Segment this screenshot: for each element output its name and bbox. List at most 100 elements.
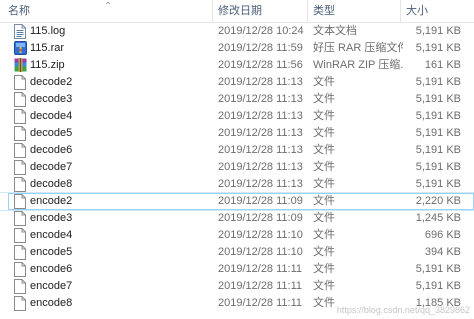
file-icon <box>14 126 26 141</box>
file-row[interactable]: encode5 2019/12/28 11:10 文件 394 KB <box>0 244 474 261</box>
file-row[interactable]: decode7 2019/12/28 11:13 文件 5,191 KB <box>0 159 474 176</box>
file-name: encode4 <box>30 229 73 241</box>
file-icon <box>14 245 26 260</box>
file-row[interactable]: 115.rar 2019/12/28 11:59 好压 RAR 压缩文件 5,191 … <box>0 40 474 57</box>
file-date: 2019/12/28 10:24 <box>218 25 304 37</box>
file-type: 文件 <box>313 229 335 241</box>
file-icon <box>14 75 26 90</box>
column-header-bar: 名称 ⌃ 修改日期 类型 大小 <box>0 0 474 23</box>
file-type: 文件 <box>313 195 335 207</box>
rar-archive-icon <box>14 41 27 56</box>
column-header-date[interactable]: 修改日期 <box>214 0 308 22</box>
file-row[interactable]: decode8 2019/12/28 11:13 文件 5,191 KB <box>0 176 474 193</box>
file-date: 2019/12/28 11:13 <box>218 178 303 190</box>
file-icon <box>14 194 26 209</box>
file-size: 5,191 KB <box>415 76 461 88</box>
file-row[interactable]: decode4 2019/12/28 11:13 文件 5,191 KB <box>0 108 474 125</box>
file-type: WinRAR ZIP 压缩... <box>313 59 403 71</box>
column-header-date-label: 修改日期 <box>218 5 262 17</box>
file-name: encode7 <box>30 280 73 292</box>
column-header-name-label: 名称 <box>8 5 30 17</box>
file-date: 2019/12/28 11:13 <box>218 110 303 122</box>
file-type: 文件 <box>313 212 335 224</box>
file-row[interactable]: 115.log 2019/12/28 10:24 文本文档 5,191 KB <box>0 23 474 40</box>
column-header-size[interactable]: 大小 <box>402 0 472 22</box>
file-size: 5,191 KB <box>415 178 461 190</box>
file-row[interactable]: encode4 2019/12/28 11:10 文件 696 KB <box>0 227 474 244</box>
file-size: 5,191 KB <box>415 93 461 105</box>
file-date: 2019/12/28 11:10 <box>218 246 303 258</box>
file-name: 115.log <box>30 25 66 37</box>
column-header-type[interactable]: 类型 <box>309 0 401 22</box>
file-size: 696 KB <box>424 229 461 241</box>
file-name: encode5 <box>30 246 73 258</box>
file-row[interactable]: encode6 2019/12/28 11:11 文件 5,191 KB <box>0 261 474 278</box>
file-name: decode7 <box>30 161 73 173</box>
file-name: decode8 <box>30 178 73 190</box>
file-size: 5,191 KB <box>415 280 461 292</box>
file-date: 2019/12/28 11:11 <box>218 297 303 309</box>
file-icon <box>14 262 26 277</box>
column-divider[interactable] <box>212 0 213 22</box>
file-row[interactable]: decode6 2019/12/28 11:13 文件 5,191 KB <box>0 142 474 159</box>
file-size: 1,245 KB <box>415 212 461 224</box>
file-row[interactable]: encode7 2019/12/28 11:11 文件 5,191 KB <box>0 278 474 295</box>
file-row[interactable]: encode3 2019/12/28 11:09 文件 1,245 KB <box>0 210 474 227</box>
file-type: 文件 <box>313 161 335 173</box>
file-size: 5,191 KB <box>415 161 461 173</box>
file-date: 2019/12/28 11:13 <box>218 144 303 156</box>
file-type: 文件 <box>313 246 335 258</box>
file-icon <box>14 228 26 243</box>
file-list: 115.log 2019/12/28 10:24 文本文档 5,191 KB 115.r… <box>0 23 474 312</box>
file-icon <box>14 211 26 226</box>
file-date: 2019/12/28 11:10 <box>218 229 303 241</box>
file-name: encode3 <box>30 212 73 224</box>
text-document-icon <box>14 24 26 39</box>
column-header-size-label: 大小 <box>406 5 428 17</box>
file-date: 2019/12/28 11:13 <box>218 93 303 105</box>
file-size: 394 KB <box>424 246 461 258</box>
column-divider[interactable] <box>400 0 401 22</box>
file-type: 文件 <box>313 263 335 275</box>
sort-up-arrow-icon: ⌃ <box>104 1 113 12</box>
file-date: 2019/12/28 11:09 <box>218 195 303 207</box>
file-type: 文件 <box>313 110 335 122</box>
file-row[interactable]: encode2 2019/12/28 11:09 文件 2,220 KB <box>0 192 474 211</box>
file-type: 文件 <box>313 93 335 105</box>
file-name: 115.rar <box>30 42 65 54</box>
file-name: encode6 <box>30 263 73 275</box>
file-type: 文件 <box>313 144 335 156</box>
file-icon <box>14 279 26 294</box>
file-date: 2019/12/28 11:13 <box>218 127 303 139</box>
file-row[interactable]: decode5 2019/12/28 11:13 文件 5,191 KB <box>0 125 474 142</box>
column-header-name[interactable]: 名称 ⌃ <box>4 0 214 22</box>
file-icon <box>14 143 26 158</box>
file-date: 2019/12/28 11:59 <box>218 42 303 54</box>
file-icon <box>14 160 26 175</box>
file-name: encode8 <box>30 297 73 309</box>
zip-archive-icon <box>14 58 27 73</box>
file-name: decode5 <box>30 127 73 139</box>
file-icon <box>14 177 26 192</box>
file-type: 文件 <box>313 76 335 88</box>
file-size: 5,191 KB <box>415 144 461 156</box>
column-divider[interactable] <box>307 0 308 22</box>
file-size: 5,191 KB <box>415 127 461 139</box>
file-date: 2019/12/28 11:13 <box>218 76 303 88</box>
file-size: 5,191 KB <box>415 110 461 122</box>
file-icon <box>14 92 26 107</box>
file-size: 2,220 KB <box>415 195 461 207</box>
file-date: 2019/12/28 11:56 <box>218 59 303 71</box>
file-size: 5,191 KB <box>415 263 461 275</box>
watermark-text: https://blog.csdn.net/qq_3829862 <box>336 305 470 315</box>
file-row[interactable]: decode2 2019/12/28 11:13 文件 5,191 KB <box>0 74 474 91</box>
file-name: encode2 <box>30 195 73 207</box>
file-row[interactable]: decode3 2019/12/28 11:13 文件 5,191 KB <box>0 91 474 108</box>
file-size: 161 KB <box>424 59 461 71</box>
file-row[interactable]: 115.zip 2019/12/28 11:56 WinRAR ZIP 压缩... 1… <box>0 57 474 74</box>
file-type: 好压 RAR 压缩文件 <box>313 42 403 54</box>
file-icon <box>14 296 26 311</box>
file-type: 文本文档 <box>313 25 357 37</box>
file-date: 2019/12/28 11:13 <box>218 161 303 173</box>
file-type: 文件 <box>313 127 335 139</box>
